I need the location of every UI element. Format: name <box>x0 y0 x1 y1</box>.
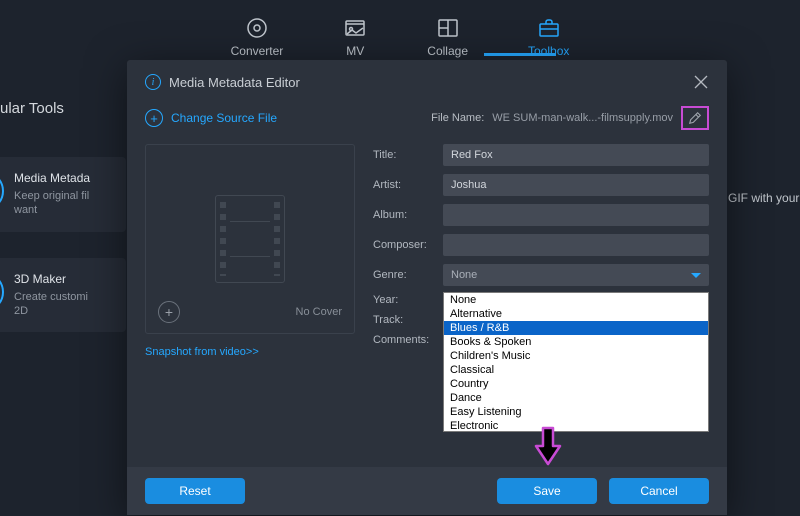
metadata-editor-modal: i Media Metadata Editor + Change Source … <box>127 60 727 515</box>
tool-card-3d[interactable]: 3D 3D Maker Create customi 2D <box>0 258 126 333</box>
toolbox-icon <box>537 16 561 40</box>
tool-card-metadata[interactable]: i Media Metada Keep original fil want <box>0 157 126 232</box>
collage-icon <box>436 16 460 40</box>
close-button[interactable] <box>693 74 709 90</box>
file-name-label: File Name: <box>431 112 484 124</box>
card-title: 3D Maker <box>14 272 88 286</box>
genre-option[interactable]: Easy Listening <box>444 405 708 419</box>
tab-toolbox[interactable]: Toolbox <box>528 16 569 58</box>
chevron-down-icon <box>691 273 701 278</box>
image-icon <box>343 16 367 40</box>
file-name-value: WE SUM-man-walk...-filmsupply.mov <box>492 112 673 124</box>
card-title: Media Metada <box>14 171 90 185</box>
tab-label: Converter <box>231 44 284 58</box>
tab-collage[interactable]: Collage <box>427 16 468 58</box>
tab-converter[interactable]: Converter <box>231 16 284 58</box>
no-cover-label: No Cover <box>296 306 342 318</box>
track-label: Track: <box>373 314 433 326</box>
converter-icon <box>245 16 269 40</box>
genre-value: None <box>451 269 477 281</box>
pencil-icon <box>688 111 702 125</box>
change-source-label: Change Source File <box>171 111 277 125</box>
composer-input[interactable] <box>443 234 709 256</box>
genre-option[interactable]: None <box>444 293 708 307</box>
film-icon <box>215 195 285 283</box>
snapshot-link[interactable]: Snapshot from video>> <box>145 346 355 358</box>
metadata-form: Title: Artist: Album: Composer: Genre: N… <box>373 144 709 358</box>
info-icon: i <box>145 74 161 90</box>
title-input[interactable] <box>443 144 709 166</box>
section-heading: ular Tools <box>0 100 126 117</box>
artist-label: Artist: <box>373 179 433 191</box>
card-desc-fragment: d GIF with your <box>718 190 800 207</box>
modal-title: Media Metadata Editor <box>169 75 300 90</box>
genre-option[interactable]: Electronic <box>444 419 708 432</box>
info-icon: i <box>0 171 4 211</box>
reset-button[interactable]: Reset <box>145 478 245 504</box>
card-desc: Create customi 2D <box>14 290 88 319</box>
genre-option[interactable]: Blues / R&B <box>444 321 708 335</box>
tab-label: Collage <box>427 44 468 58</box>
composer-label: Composer: <box>373 239 433 251</box>
cover-art-box: + No Cover <box>145 144 355 334</box>
plus-icon: + <box>145 109 163 127</box>
left-sidebar: ular Tools i Media Metada Keep original … <box>0 100 126 358</box>
change-source-button[interactable]: + Change Source File <box>145 109 277 127</box>
cancel-button[interactable]: Cancel <box>609 478 709 504</box>
genre-option[interactable]: Country <box>444 377 708 391</box>
album-input[interactable] <box>443 204 709 226</box>
modal-footer: Reset Save Cancel <box>127 467 727 515</box>
artist-input[interactable] <box>443 174 709 196</box>
edit-filename-button[interactable] <box>681 106 709 130</box>
top-tabs: Converter MV Collage Toolbox <box>0 0 800 58</box>
genre-select[interactable]: None <box>443 264 709 286</box>
active-tab-underline <box>484 53 556 56</box>
card-desc: Keep original fil want <box>14 189 90 218</box>
album-label: Album: <box>373 209 433 221</box>
add-cover-button[interactable]: + <box>158 301 180 323</box>
tab-mv[interactable]: MV <box>343 16 367 58</box>
genre-dropdown[interactable]: NoneAlternativeBlues / R&BBooks & Spoken… <box>443 292 709 432</box>
genre-option[interactable]: Dance <box>444 391 708 405</box>
genre-option[interactable]: Classical <box>444 363 708 377</box>
comments-label: Comments: <box>373 334 433 346</box>
year-label: Year: <box>373 294 433 306</box>
3d-icon: 3D <box>0 272 4 312</box>
genre-option[interactable]: Alternative <box>444 307 708 321</box>
title-label: Title: <box>373 149 433 161</box>
genre-option[interactable]: Children's Music <box>444 349 708 363</box>
genre-label: Genre: <box>373 269 433 281</box>
genre-option[interactable]: Books & Spoken <box>444 335 708 349</box>
tab-label: MV <box>346 44 364 58</box>
save-button[interactable]: Save <box>497 478 597 504</box>
